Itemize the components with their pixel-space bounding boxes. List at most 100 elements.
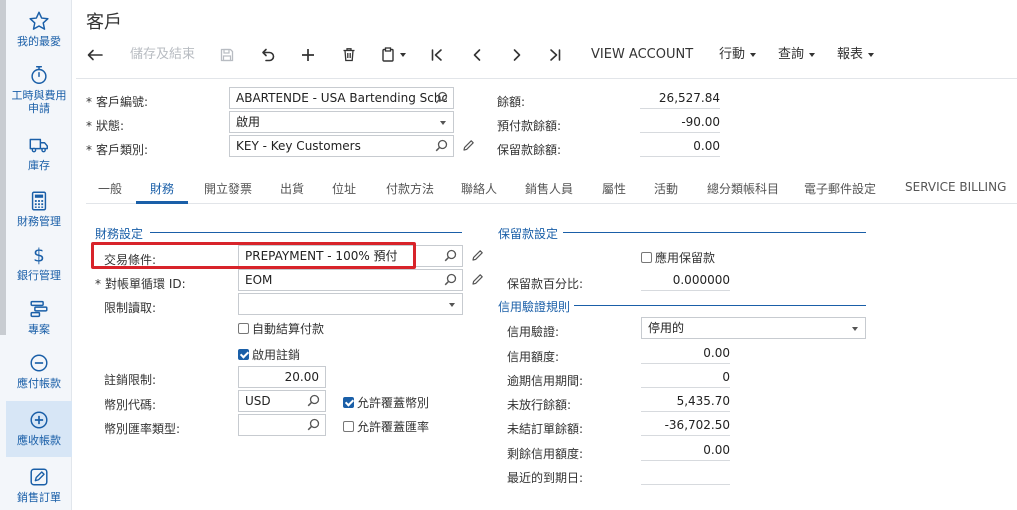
- reports-menu[interactable]: 報表: [837, 44, 875, 66]
- tab-shipping[interactable]: 出貨: [280, 180, 304, 197]
- nav-label: 工時與費用: [11, 89, 67, 102]
- nav-item-time-expenses[interactable]: 工時與費用 申請: [6, 64, 72, 120]
- balance-label: 餘額:: [497, 95, 526, 109]
- tab-activities[interactable]: 活動: [654, 180, 678, 197]
- inquiries-menu[interactable]: 查詢: [778, 44, 816, 66]
- apply-retainage-checkbox[interactable]: 應用保留款: [641, 249, 715, 266]
- tab-contacts[interactable]: 聯絡人: [461, 180, 497, 197]
- chevron-right-icon: [513, 48, 521, 61]
- restrict-visibility-label: 限制讀取:: [104, 301, 157, 315]
- retained-balance-value: 0.00: [640, 135, 720, 157]
- save-button[interactable]: [220, 44, 234, 66]
- enable-writeoffs-checkbox[interactable]: 啟用註銷: [238, 346, 300, 363]
- tab-billing[interactable]: 開立發票: [204, 180, 252, 197]
- highlight-box: [91, 242, 416, 269]
- overdue-period-label: 逾期信用期間:: [507, 374, 584, 388]
- credit-limit-value: 0.00: [641, 342, 730, 364]
- remaining-credit-label: 剩餘信用額度:: [507, 447, 584, 461]
- section-divider: [150, 232, 462, 233]
- credit-verification-select[interactable]: 停用的: [641, 317, 866, 339]
- actions-menu[interactable]: 行動: [719, 44, 757, 66]
- nav-item-inventory[interactable]: 庫存: [6, 134, 72, 176]
- chevron-down-icon: [400, 52, 406, 57]
- nav-item-sales-orders[interactable]: 銷售訂單: [6, 466, 72, 510]
- nav-item-finance[interactable]: 財務管理: [6, 190, 72, 232]
- nav-item-receivables[interactable]: 應收帳款: [6, 401, 72, 457]
- unreleased-balance-label: 未結訂單餘額:: [507, 422, 584, 436]
- last-icon: [550, 48, 561, 61]
- allow-override-rate-checkbox[interactable]: 允許覆蓋匯率: [343, 418, 429, 435]
- customer-class-field[interactable]: KEY - Key Customers: [229, 135, 454, 157]
- tab-locations[interactable]: 位址: [332, 180, 356, 197]
- allow-override-rate-label: 允許覆蓋匯率: [357, 420, 430, 434]
- open-orders-label: 未放行餘額:: [507, 398, 572, 412]
- remaining-credit-value: 0.00: [641, 439, 730, 461]
- currency-field[interactable]: USD: [238, 390, 326, 412]
- auto-apply-payments-checkbox[interactable]: 自動結算付款: [238, 320, 324, 337]
- back-button[interactable]: [86, 44, 104, 66]
- dollar-icon: $: [33, 245, 45, 266]
- tab-payment-methods[interactable]: 付款方法: [386, 180, 434, 197]
- chevron-down-icon: [440, 121, 446, 125]
- next-record-button[interactable]: [510, 44, 524, 66]
- retainage-pct-label: 保留款百分比:: [507, 277, 584, 291]
- previous-record-button[interactable]: [470, 44, 484, 66]
- tab-gl-accounts[interactable]: 總分類帳科目: [707, 180, 779, 197]
- reports-label: 報表: [837, 47, 864, 62]
- undo-button[interactable]: [260, 44, 276, 66]
- customer-class-value: KEY - Key Customers: [236, 139, 361, 153]
- first-icon: [431, 48, 442, 61]
- trash-icon: [343, 48, 355, 62]
- nav-label: 銷售訂單: [17, 491, 61, 504]
- tab-attributes[interactable]: 屬性: [602, 180, 626, 197]
- nav-item-favorites[interactable]: 我的最愛: [6, 8, 72, 52]
- first-record-button[interactable]: [430, 44, 444, 66]
- search-icon: [444, 249, 457, 262]
- pencil-icon[interactable]: [471, 249, 484, 262]
- tab-mailing-settings[interactable]: 電子郵件設定: [804, 180, 876, 197]
- restrict-visibility-select[interactable]: [238, 293, 463, 315]
- status-select[interactable]: 啟用: [229, 111, 454, 133]
- nav-item-banking[interactable]: $ 銀行管理: [6, 244, 72, 286]
- checkbox-unchecked: [343, 421, 354, 432]
- actions-label: 行動: [719, 47, 746, 62]
- tab-financial[interactable]: 財務: [150, 180, 174, 197]
- rate-type-field[interactable]: [238, 414, 326, 436]
- header-divider: [76, 78, 1017, 79]
- overdue-period-value: 0: [641, 366, 730, 388]
- back-arrow-icon: [87, 49, 103, 60]
- apply-retainage-label: 應用保留款: [655, 251, 716, 265]
- tab-general[interactable]: 一般: [98, 180, 122, 197]
- chevron-down-icon: [809, 52, 816, 57]
- search-icon: [444, 273, 457, 286]
- currency-label: 幣別代碼:: [104, 398, 157, 412]
- pencil-icon[interactable]: [471, 273, 484, 286]
- delete-button[interactable]: [342, 44, 356, 66]
- view-account-button[interactable]: VIEW ACCOUNT: [591, 44, 693, 66]
- plus-circle-icon: [30, 411, 48, 429]
- allow-override-currency-checkbox[interactable]: 允許覆蓋幣別: [343, 394, 429, 411]
- tab-service-billing[interactable]: SERVICE BILLING: [905, 180, 1006, 194]
- nav-label: 庫存: [28, 159, 50, 172]
- save-close-button[interactable]: 儲存及結束: [130, 44, 195, 66]
- nav-item-payables[interactable]: 應付帳款: [6, 352, 72, 394]
- financial-settings-header: 財務設定: [95, 227, 144, 241]
- writeoff-limit-input[interactable]: 20.00: [238, 366, 326, 388]
- status-value: 啟用: [236, 115, 261, 129]
- search-icon: [435, 91, 448, 104]
- left-nav: 我的最愛 工時與費用 申請 庫存 財務管理 $ 銀行管理 專案 應付帳款 應收帳…: [0, 0, 72, 510]
- chevron-down-icon: [852, 327, 858, 331]
- tab-bar: 一般 財務 開立發票 出貨 位址 付款方法 聯絡人 銷售人員 屬性 活動 總分類…: [86, 174, 1017, 204]
- last-record-button[interactable]: [548, 44, 562, 66]
- nav-item-projects[interactable]: 專案: [6, 298, 72, 340]
- nav-label: 應收帳款: [17, 434, 61, 447]
- retainage-settings-header: 保留款設定: [498, 227, 559, 241]
- tab-salespersons[interactable]: 銷售人員: [525, 180, 573, 197]
- pencil-icon[interactable]: [462, 139, 475, 152]
- star-icon: [29, 11, 49, 30]
- clipboard-button[interactable]: [381, 44, 406, 66]
- section-divider: [574, 305, 866, 306]
- statement-cycle-field[interactable]: EOM: [238, 269, 463, 291]
- add-button[interactable]: [301, 44, 315, 66]
- customer-id-field[interactable]: ABARTENDE - USA Bartending Schoo: [229, 87, 454, 109]
